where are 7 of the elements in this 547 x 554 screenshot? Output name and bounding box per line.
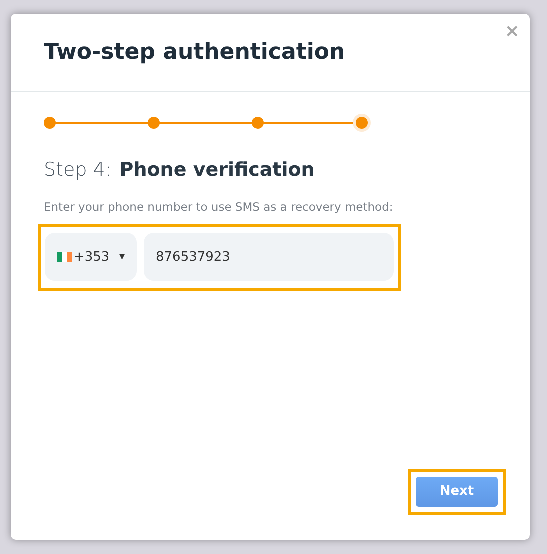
country-select[interactable]: +353 ▾ bbox=[45, 233, 137, 282]
step-title: Phone verification bbox=[120, 158, 315, 183]
dialog-title: Two-step authentication bbox=[44, 39, 346, 67]
flag-icon bbox=[57, 252, 72, 262]
step-label: Step 4: bbox=[44, 158, 112, 183]
prompt-text: Enter your phone number to use SMS as a recovery method: bbox=[44, 198, 394, 216]
phone-input[interactable]: 876537923 bbox=[144, 233, 394, 282]
